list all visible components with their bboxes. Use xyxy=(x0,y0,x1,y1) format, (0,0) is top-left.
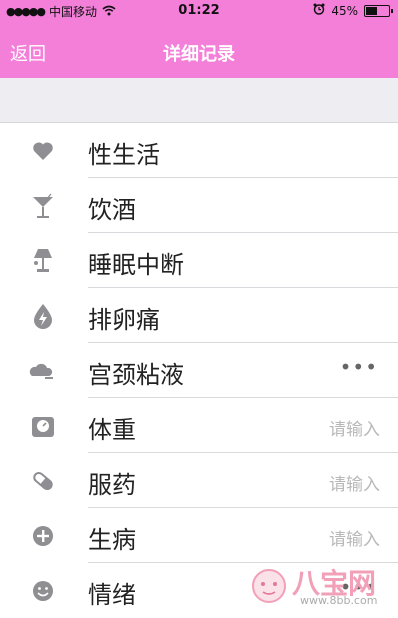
list-item-label: 饮酒 xyxy=(88,196,136,224)
lamp-icon xyxy=(28,247,58,275)
status-bar: ●●●●● 中国移动 01:22 45% xyxy=(0,0,398,22)
list-item-label: 体重 xyxy=(88,416,136,444)
plus-circle-icon xyxy=(28,522,58,550)
list-item-ovulation-pain[interactable]: 排卵痛 xyxy=(0,288,398,343)
status-right: 45% xyxy=(313,3,393,18)
battery-icon xyxy=(364,4,393,17)
list-item-label: 服药 xyxy=(88,471,136,499)
list-item-illness[interactable]: 生病 请输入 xyxy=(0,508,398,563)
heart-icon xyxy=(28,137,58,165)
list-item-label: 排卵痛 xyxy=(88,306,160,334)
list-item-label: 情绪 xyxy=(88,581,136,609)
illness-input-placeholder[interactable]: 请输入 xyxy=(329,525,380,550)
lightning-drop-icon xyxy=(28,302,58,330)
list-item-medication[interactable]: 服药 请输入 xyxy=(0,453,398,508)
navigation-bar: 返回 详细记录 xyxy=(0,22,398,78)
cloud-icon xyxy=(28,357,58,385)
watermark: 八宝网 www.8bb.com xyxy=(242,566,392,610)
list-item-weight[interactable]: 体重 请输入 xyxy=(0,398,398,453)
list-item-sleep-interruption[interactable]: 睡眠中断 xyxy=(0,233,398,288)
pill-icon xyxy=(28,467,58,495)
watermark-mascot-icon xyxy=(250,566,288,610)
list-item-cervical-mucus[interactable]: 宫颈粘液 ••• xyxy=(0,343,398,398)
battery-fill xyxy=(366,6,377,15)
weight-input-placeholder[interactable]: 请输入 xyxy=(329,415,380,440)
watermark-site: www.8bb.com xyxy=(300,594,378,607)
list-item-drinking[interactable]: 饮酒 xyxy=(0,178,398,233)
list-item-sex[interactable]: 性生活 xyxy=(0,123,398,178)
record-list: 性生活 饮酒 睡眠中断 排卵痛 宫颈粘液 ••• 体重 请输入 服药 请输入 生… xyxy=(0,123,398,618)
alarm-clock-icon xyxy=(313,3,325,18)
smiley-icon xyxy=(28,577,58,605)
section-spacer xyxy=(0,78,398,123)
medication-input-placeholder[interactable]: 请输入 xyxy=(329,470,380,495)
list-item-label: 性生活 xyxy=(88,141,160,169)
more-options-icon[interactable]: ••• xyxy=(340,355,378,379)
cocktail-icon xyxy=(28,192,58,220)
list-item-label: 宫颈粘液 xyxy=(88,361,184,389)
list-item-label: 睡眠中断 xyxy=(88,251,184,279)
battery-percent: 45% xyxy=(331,3,358,18)
list-item-label: 生病 xyxy=(88,526,136,554)
page-title: 详细记录 xyxy=(163,44,235,65)
scale-icon xyxy=(28,412,58,440)
